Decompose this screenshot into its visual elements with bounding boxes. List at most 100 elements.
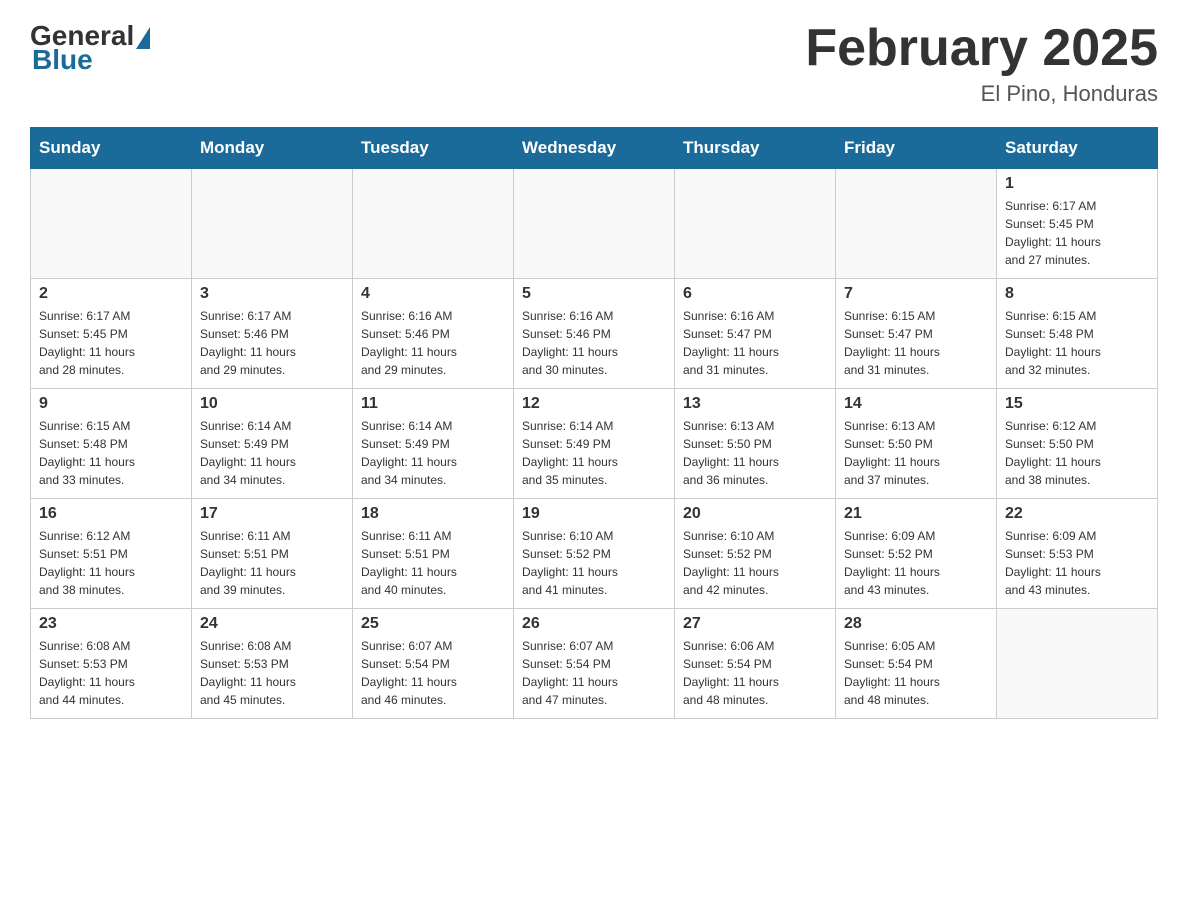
logo: General Blue — [30, 20, 150, 76]
calendar-cell: 27 Sunrise: 6:06 AMSunset: 5:54 PMDayligh… — [675, 609, 836, 719]
calendar-cell — [353, 169, 514, 279]
calendar-cell: 16 Sunrise: 6:12 AMSunset: 5:51 PMDayligh… — [31, 499, 192, 609]
day-number: 22 — [1005, 505, 1149, 523]
day-number: 24 — [200, 615, 344, 633]
week-row-2: 2Sunrise: 6:17 AMSunset: 5:45 PMDaylight… — [31, 279, 1158, 389]
weekday-header-sunday: Sunday — [31, 128, 192, 169]
day-info: Sunrise: 6:14 AMSunset: 5:49 PMDaylight:… — [522, 417, 666, 489]
calendar-cell: 15Sunrise: 6:12 AMSunset: 5:50 PMDayligh… — [997, 389, 1158, 499]
calendar-cell: 9 Sunrise: 6:15 AMSunset: 5:48 PMDaylight… — [31, 389, 192, 499]
calendar-cell: 20 Sunrise: 6:10 AMSunset: 5:52 PMDayligh… — [675, 499, 836, 609]
weekday-header-friday: Friday — [836, 128, 997, 169]
day-info: Sunrise: 6:08 AMSunset: 5:53 PMDaylight:… — [39, 637, 183, 709]
day-info: Sunrise: 6:08 AMSunset: 5:53 PMDaylight:… — [200, 637, 344, 709]
day-number: 17 — [200, 505, 344, 523]
day-number: 28 — [844, 615, 988, 633]
day-info: Sunrise: 6:10 AMSunset: 5:52 PMDaylight:… — [683, 527, 827, 599]
day-info: Sunrise: 6:17 AMSunset: 5:45 PMDaylight:… — [1005, 197, 1149, 269]
day-number: 11 — [361, 395, 505, 413]
calendar-cell: 5 Sunrise: 6:16 AMSunset: 5:46 PMDaylight… — [514, 279, 675, 389]
calendar-cell: 25 Sunrise: 6:07 AMSunset: 5:54 PMDayligh… — [353, 609, 514, 719]
calendar-cell — [997, 609, 1158, 719]
calendar-cell: 24 Sunrise: 6:08 AMSunset: 5:53 PMDayligh… — [192, 609, 353, 719]
day-number: 13 — [683, 395, 827, 413]
calendar-cell: 7 Sunrise: 6:15 AMSunset: 5:47 PMDaylight… — [836, 279, 997, 389]
calendar-cell: 1 Sunrise: 6:17 AMSunset: 5:45 PMDaylight… — [997, 169, 1158, 279]
calendar-cell: 21 Sunrise: 6:09 AMSunset: 5:52 PMDayligh… — [836, 499, 997, 609]
calendar-cell — [31, 169, 192, 279]
day-number: 3 — [200, 285, 344, 303]
day-number: 12 — [522, 395, 666, 413]
day-info: Sunrise: 6:05 AMSunset: 5:54 PMDaylight:… — [844, 637, 988, 709]
day-info: Sunrise: 6:15 AMSunset: 5:48 PMDaylight:… — [39, 417, 183, 489]
day-info: Sunrise: 6:11 AMSunset: 5:51 PMDaylight:… — [361, 527, 505, 599]
week-row-1: 1 Sunrise: 6:17 AMSunset: 5:45 PMDaylight… — [31, 169, 1158, 279]
logo-blue-text: Blue — [32, 44, 93, 76]
week-row-3: 9 Sunrise: 6:15 AMSunset: 5:48 PMDaylight… — [31, 389, 1158, 499]
day-info: Sunrise: 6:17 AMSunset: 5:46 PMDaylight:… — [200, 307, 344, 379]
day-info: Sunrise: 6:16 AMSunset: 5:47 PMDaylight:… — [683, 307, 827, 379]
day-number: 7 — [844, 285, 988, 303]
day-info: Sunrise: 6:12 AMSunset: 5:51 PMDaylight:… — [39, 527, 183, 599]
calendar-header: SundayMondayTuesdayWednesdayThursdayFrid… — [31, 128, 1158, 169]
day-number: 25 — [361, 615, 505, 633]
calendar-cell: 4 Sunrise: 6:16 AMSunset: 5:46 PMDaylight… — [353, 279, 514, 389]
day-number: 26 — [522, 615, 666, 633]
calendar-cell — [675, 169, 836, 279]
day-info: Sunrise: 6:14 AMSunset: 5:49 PMDaylight:… — [200, 417, 344, 489]
day-info: Sunrise: 6:07 AMSunset: 5:54 PMDaylight:… — [361, 637, 505, 709]
day-info: Sunrise: 6:16 AMSunset: 5:46 PMDaylight:… — [522, 307, 666, 379]
logo-triangle-icon — [136, 27, 150, 49]
calendar-cell: 2Sunrise: 6:17 AMSunset: 5:45 PMDaylight… — [31, 279, 192, 389]
day-number: 4 — [361, 285, 505, 303]
day-number: 16 — [39, 505, 183, 523]
day-number: 6 — [683, 285, 827, 303]
calendar-cell: 28 Sunrise: 6:05 AMSunset: 5:54 PMDayligh… — [836, 609, 997, 719]
calendar-cell: 8 Sunrise: 6:15 AMSunset: 5:48 PMDaylight… — [997, 279, 1158, 389]
day-number: 10 — [200, 395, 344, 413]
week-row-5: 23Sunrise: 6:08 AMSunset: 5:53 PMDayligh… — [31, 609, 1158, 719]
page-subtitle: El Pino, Honduras — [805, 81, 1158, 107]
day-number: 19 — [522, 505, 666, 523]
day-number: 21 — [844, 505, 988, 523]
day-info: Sunrise: 6:17 AMSunset: 5:45 PMDaylight:… — [39, 307, 183, 379]
weekday-header-tuesday: Tuesday — [353, 128, 514, 169]
day-number: 8 — [1005, 285, 1149, 303]
day-number: 1 — [1005, 175, 1149, 193]
day-number: 18 — [361, 505, 505, 523]
page-header: General Blue February 2025 El Pino, Hond… — [30, 20, 1158, 107]
day-info: Sunrise: 6:06 AMSunset: 5:54 PMDaylight:… — [683, 637, 827, 709]
weekday-header-thursday: Thursday — [675, 128, 836, 169]
calendar-table: SundayMondayTuesdayWednesdayThursdayFrid… — [30, 127, 1158, 719]
day-info: Sunrise: 6:10 AMSunset: 5:52 PMDaylight:… — [522, 527, 666, 599]
day-info: Sunrise: 6:15 AMSunset: 5:47 PMDaylight:… — [844, 307, 988, 379]
day-info: Sunrise: 6:07 AMSunset: 5:54 PMDaylight:… — [522, 637, 666, 709]
calendar-body: 1 Sunrise: 6:17 AMSunset: 5:45 PMDaylight… — [31, 169, 1158, 719]
calendar-cell: 22 Sunrise: 6:09 AMSunset: 5:53 PMDayligh… — [997, 499, 1158, 609]
calendar-cell: 6 Sunrise: 6:16 AMSunset: 5:47 PMDaylight… — [675, 279, 836, 389]
day-number: 20 — [683, 505, 827, 523]
day-number: 14 — [844, 395, 988, 413]
day-info: Sunrise: 6:12 AMSunset: 5:50 PMDaylight:… — [1005, 417, 1149, 489]
weekday-header-row: SundayMondayTuesdayWednesdayThursdayFrid… — [31, 128, 1158, 169]
calendar-cell: 12 Sunrise: 6:14 AMSunset: 5:49 PMDayligh… — [514, 389, 675, 499]
day-info: Sunrise: 6:09 AMSunset: 5:52 PMDaylight:… — [844, 527, 988, 599]
calendar-cell: 11 Sunrise: 6:14 AMSunset: 5:49 PMDayligh… — [353, 389, 514, 499]
calendar-cell: 17Sunrise: 6:11 AMSunset: 5:51 PMDayligh… — [192, 499, 353, 609]
day-number: 5 — [522, 285, 666, 303]
day-info: Sunrise: 6:15 AMSunset: 5:48 PMDaylight:… — [1005, 307, 1149, 379]
weekday-header-saturday: Saturday — [997, 128, 1158, 169]
day-info: Sunrise: 6:09 AMSunset: 5:53 PMDaylight:… — [1005, 527, 1149, 599]
calendar-cell: 26 Sunrise: 6:07 AMSunset: 5:54 PMDayligh… — [514, 609, 675, 719]
calendar-cell: 10 Sunrise: 6:14 AMSunset: 5:49 PMDayligh… — [192, 389, 353, 499]
day-info: Sunrise: 6:14 AMSunset: 5:49 PMDaylight:… — [361, 417, 505, 489]
calendar-cell: 23Sunrise: 6:08 AMSunset: 5:53 PMDayligh… — [31, 609, 192, 719]
calendar-cell: 13Sunrise: 6:13 AMSunset: 5:50 PMDayligh… — [675, 389, 836, 499]
calendar-cell: 19 Sunrise: 6:10 AMSunset: 5:52 PMDayligh… — [514, 499, 675, 609]
day-number: 9 — [39, 395, 183, 413]
calendar-cell — [192, 169, 353, 279]
day-info: Sunrise: 6:16 AMSunset: 5:46 PMDaylight:… — [361, 307, 505, 379]
page-title: February 2025 — [805, 20, 1158, 77]
day-number: 27 — [683, 615, 827, 633]
calendar-cell: 3 Sunrise: 6:17 AMSunset: 5:46 PMDaylight… — [192, 279, 353, 389]
